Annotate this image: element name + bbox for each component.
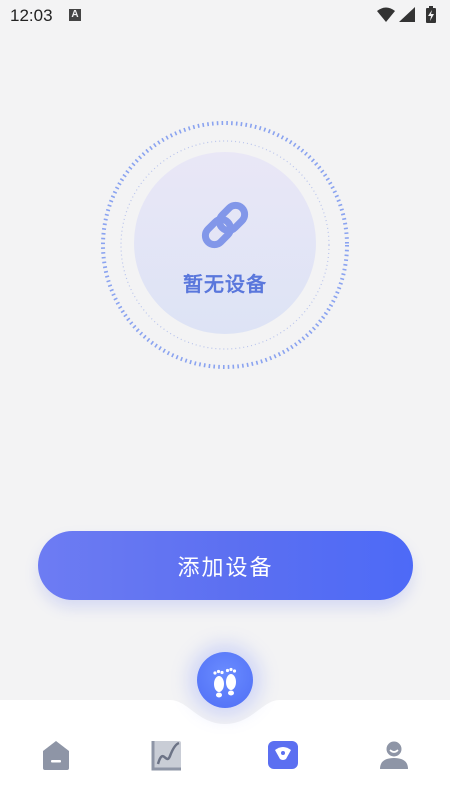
home-icon: [43, 741, 69, 770]
device-icon: [268, 741, 298, 769]
device-status-ring: [101, 121, 349, 369]
profile-icon: [380, 741, 408, 769]
tab-profile[interactable]: [377, 738, 411, 772]
status-icons: [377, 6, 436, 23]
wifi-icon: [377, 7, 395, 22]
chart-icon: [151, 741, 181, 771]
signal-icon: [399, 7, 415, 22]
battery-charging-icon: [426, 6, 436, 23]
inner-disc: [134, 152, 316, 334]
add-device-button[interactable]: 添加设备: [38, 531, 413, 600]
center-footprints-button[interactable]: [197, 652, 253, 708]
no-device-label: 暂无设备: [183, 272, 267, 296]
tab-device[interactable]: [266, 738, 300, 772]
footprints-icon: [213, 667, 237, 698]
status-time: 12:03: [10, 6, 53, 25]
notification-a-icon: A: [69, 9, 81, 21]
tab-chart[interactable]: [150, 738, 184, 772]
tab-home[interactable]: [39, 738, 73, 772]
status-bar: 12:03 A: [0, 0, 450, 32]
